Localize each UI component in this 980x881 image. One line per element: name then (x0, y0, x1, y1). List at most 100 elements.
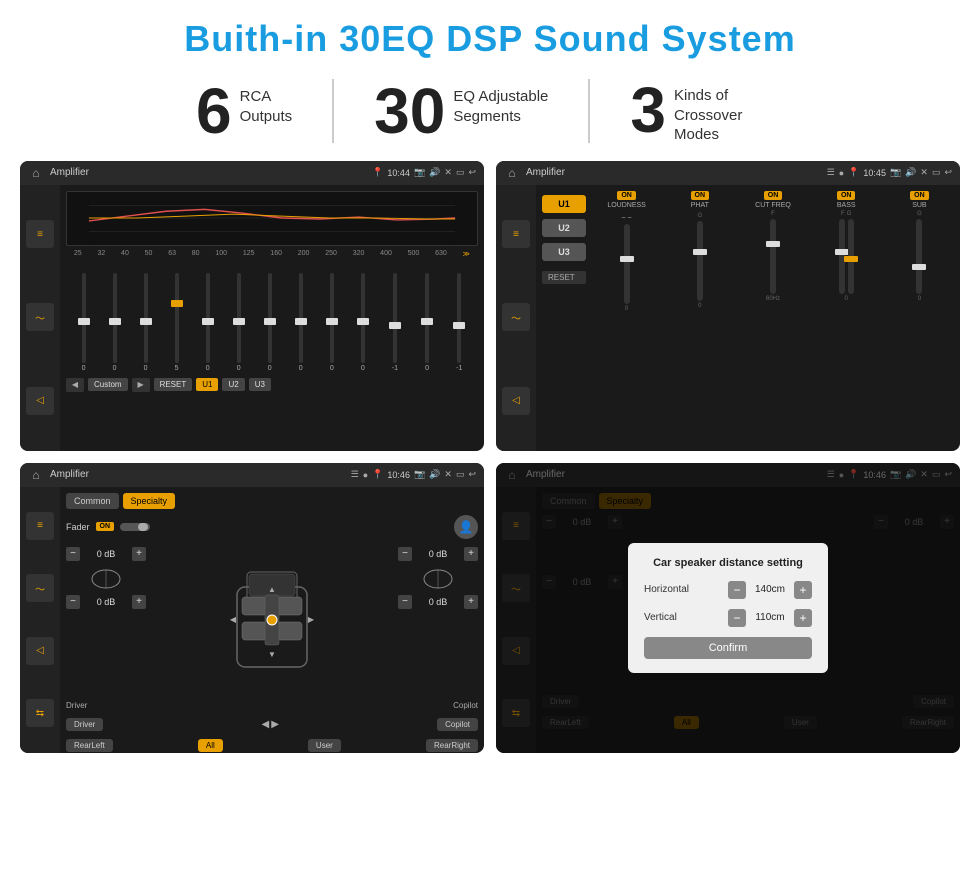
loudness-on[interactable]: ON (617, 191, 636, 200)
close-icon-2: ✕ (920, 167, 928, 178)
fader-plus-3[interactable]: + (464, 547, 478, 561)
screen-dialog[interactable]: ⌂ Amplifier ☰ ● 📍 10:46 📷 🔊 ✕ ▭ ↩ ≡ 〜 ◁ … (496, 463, 960, 753)
copilot-btn[interactable]: Copilot (437, 718, 478, 731)
phat-label: PHAT (691, 202, 709, 209)
sidebar-wave-icon[interactable]: 〜 (26, 303, 54, 331)
fader-plus-1[interactable]: + (132, 547, 146, 561)
eq-u2-btn[interactable]: U2 (222, 378, 244, 391)
fader-minus-1[interactable]: − (66, 547, 80, 561)
chevron-left-icon[interactable]: ◀ (262, 719, 270, 730)
stat-label-crossover: Kinds ofCrossover Modes (674, 86, 784, 145)
home-icon-3[interactable]: ⌂ (28, 467, 44, 483)
sidebar-eq-icon[interactable]: ≡ (26, 220, 54, 248)
eq-slider-0[interactable]: 0 (82, 262, 86, 372)
eq-slider-7[interactable]: 0 (299, 262, 303, 372)
rearleft-btn[interactable]: RearLeft (66, 739, 113, 752)
fader-bottom-btns-2: RearLeft All User RearRight (66, 739, 478, 752)
person-icon[interactable]: 👤 (454, 515, 478, 539)
eq-freq-labels: 25 32 40 50 63 80 100 125 160 200 250 32… (66, 250, 478, 258)
cutfreq-slider[interactable] (770, 219, 776, 294)
driver-btn[interactable]: Driver (66, 718, 103, 731)
sidebar-wave-icon-2[interactable]: 〜 (502, 303, 530, 331)
tab-common[interactable]: Common (66, 493, 119, 509)
home-icon-2[interactable]: ⌂ (504, 165, 520, 181)
u2-btn[interactable]: U2 (542, 219, 586, 237)
eq-u3-btn[interactable]: U3 (249, 378, 271, 391)
eq-slider-9[interactable]: 0 (361, 262, 365, 372)
eq-u1-btn[interactable]: U1 (196, 378, 218, 391)
eq-slider-10[interactable]: -1 (392, 262, 398, 372)
u1-btn[interactable]: U1 (542, 195, 586, 213)
sidebar-speaker-icon-3[interactable]: ◁ (26, 637, 54, 665)
fader-minus-2[interactable]: − (66, 595, 80, 609)
eq-prev-btn[interactable]: ◀ (66, 378, 84, 392)
car-diagram: ▲ ▼ ◀ ▶ (152, 547, 392, 697)
eq-slider-5[interactable]: 0 (237, 262, 241, 372)
screen-amp[interactable]: ⌂ Amplifier ☰ ● 📍 10:45 📷 🔊 ✕ ▭ ↩ ≡ 〜 ◁ (496, 161, 960, 451)
all-btn[interactable]: All (198, 739, 223, 752)
loudness-slider[interactable] (624, 224, 630, 304)
svg-text:▼: ▼ (268, 650, 276, 659)
screens-grid: ⌂ Amplifier 📍 10:44 📷 🔊 ✕ ▭ ↩ ≡ 〜 ◁ (0, 161, 980, 763)
eq-slider-4[interactable]: 0 (206, 262, 210, 372)
eq-reset-btn[interactable]: RESET (154, 378, 193, 391)
tab-specialty[interactable]: Specialty (123, 493, 176, 509)
window-icon-3: ▭ (456, 469, 465, 480)
horizontal-label: Horizontal (644, 584, 689, 595)
sidebar-eq-icon-3[interactable]: ≡ (26, 512, 54, 540)
page-title: Buith-in 30EQ DSP Sound System (0, 0, 980, 70)
sub-slider[interactable] (916, 219, 922, 294)
sub-on[interactable]: ON (910, 191, 929, 200)
sidebar-arrows-icon-3[interactable]: ⇆ (26, 699, 54, 727)
u3-btn[interactable]: U3 (542, 243, 586, 261)
menu-icon-2: ☰ (827, 167, 835, 178)
horizontal-plus-btn[interactable]: + (794, 581, 812, 599)
phat-on[interactable]: ON (691, 191, 710, 200)
chevron-right-icon[interactable]: ▶ (271, 719, 279, 730)
speaker-distance-dialog: Car speaker distance setting Horizontal … (628, 543, 828, 673)
location-icon-1: 📍 (372, 167, 383, 178)
eq-slider-3[interactable]: 5 (175, 262, 179, 372)
loudness-section: ON LOUDNESS ~ ~ 0 (592, 191, 661, 445)
fader-val-1: 0 dB (84, 549, 128, 559)
fader-plus-4[interactable]: + (464, 595, 478, 609)
eq-slider-1[interactable]: 0 (113, 262, 117, 372)
eq-slider-2[interactable]: 0 (144, 262, 148, 372)
rearright-btn[interactable]: RearRight (426, 739, 478, 752)
horizontal-minus-btn[interactable]: − (728, 581, 746, 599)
bass-slider-g[interactable] (848, 219, 854, 294)
volume-icon-2: 🔊 (905, 167, 916, 178)
vertical-minus-btn[interactable]: − (728, 609, 746, 627)
sidebar-wave-icon-3[interactable]: 〜 (26, 574, 54, 602)
fader-plus-2[interactable]: + (132, 595, 146, 609)
bass-on[interactable]: ON (837, 191, 856, 200)
user-btn[interactable]: User (308, 739, 341, 752)
amp-reset-btn[interactable]: RESET (542, 271, 586, 284)
eq-custom-btn[interactable]: Custom (88, 378, 128, 391)
eq-slider-12[interactable]: -1 (456, 262, 462, 372)
screen-fader[interactable]: ⌂ Amplifier ☰ ● 📍 10:46 📷 🔊 ✕ ▭ ↩ ≡ 〜 ◁ … (20, 463, 484, 753)
phat-slider[interactable] (697, 221, 703, 301)
eq-slider-8[interactable]: 0 (330, 262, 334, 372)
sidebar-speaker-icon[interactable]: ◁ (26, 387, 54, 415)
fader-minus-4[interactable]: − (398, 595, 412, 609)
fader-minus-3[interactable]: − (398, 547, 412, 561)
confirm-button[interactable]: Confirm (644, 637, 812, 659)
vertical-plus-btn[interactable]: + (794, 609, 812, 627)
stat-number-crossover: 3 (630, 78, 666, 142)
screen-eq[interactable]: ⌂ Amplifier 📍 10:44 📷 🔊 ✕ ▭ ↩ ≡ 〜 ◁ (20, 161, 484, 451)
sidebar-eq-icon-2[interactable]: ≡ (502, 220, 530, 248)
camera-icon-1: 📷 (414, 167, 425, 178)
eq-slider-6[interactable]: 0 (268, 262, 272, 372)
cutfreq-on[interactable]: ON (764, 191, 783, 200)
bass-section: ON BASS FG 0 (812, 191, 881, 445)
home-icon-1[interactable]: ⌂ (28, 165, 44, 181)
camera-icon-2: 📷 (890, 167, 901, 178)
eq-slider-11[interactable]: 0 (425, 262, 429, 372)
fader-on-badge[interactable]: ON (96, 522, 115, 531)
eq-play-btn[interactable]: ▶ (132, 378, 150, 392)
dot-icon-3: ● (363, 470, 368, 480)
fader-val-2: 0 dB (84, 597, 128, 607)
vertical-label: Vertical (644, 612, 677, 623)
sidebar-speaker-icon-2[interactable]: ◁ (502, 387, 530, 415)
